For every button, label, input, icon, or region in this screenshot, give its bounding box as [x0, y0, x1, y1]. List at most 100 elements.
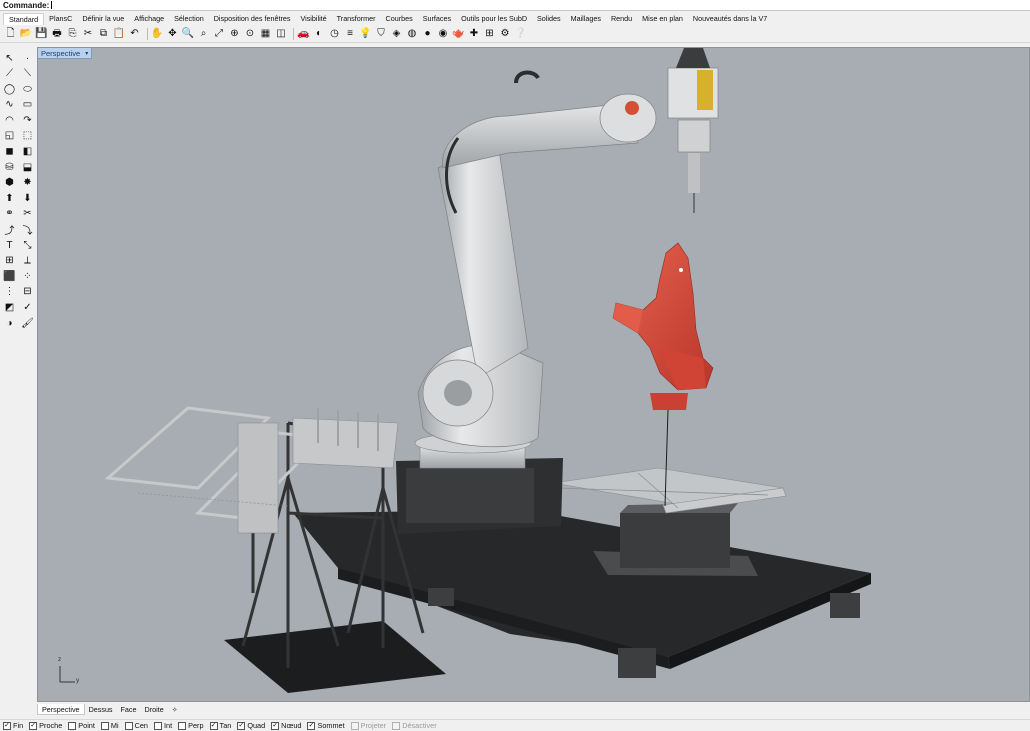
- box-solid-icon[interactable]: ◼: [2, 145, 17, 159]
- split-icon[interactable]: ⬇: [20, 191, 35, 205]
- tab-maillages[interactable]: Maillages: [566, 13, 606, 25]
- osnap-perp[interactable]: Perp: [178, 721, 204, 730]
- dots-grid-icon[interactable]: ⋮: [2, 285, 17, 299]
- polyline-icon[interactable]: ⟋: [2, 67, 17, 81]
- osnap-cen[interactable]: Cen: [124, 721, 148, 730]
- osnap-checkbox[interactable]: ✓: [237, 721, 246, 730]
- select-filter-icon[interactable]: ⛉: [375, 28, 388, 41]
- sphere-render-icon[interactable]: ●: [421, 28, 434, 41]
- view-tab-face[interactable]: Face: [117, 704, 141, 715]
- osnap-checkbox[interactable]: ✓: [3, 721, 11, 730]
- ellipse-icon[interactable]: ⬭: [20, 82, 35, 96]
- zoom-selected-icon[interactable]: ⊕: [228, 28, 241, 41]
- extrude-icon[interactable]: ⬆: [2, 191, 17, 205]
- layer-icon[interactable]: ≡: [344, 28, 357, 41]
- tab-solides[interactable]: Solides: [532, 13, 566, 25]
- rectangle-icon[interactable]: ▭: [20, 98, 35, 112]
- tab-mise-en-plan[interactable]: Mise en plan: [637, 13, 688, 25]
- construction-plane-icon[interactable]: ◫: [275, 28, 288, 41]
- analyze-icon[interactable]: ◩: [2, 301, 17, 315]
- osnap-fin[interactable]: ✓ Fin: [3, 721, 23, 730]
- viewport-dropdown-icon[interactable]: ▾: [85, 50, 88, 57]
- osnap-tan[interactable]: ✓ Tan: [209, 721, 231, 730]
- tab-definir-la-vue[interactable]: Définir la vue: [77, 13, 129, 25]
- rebuild-icon[interactable]: ⤴: [2, 223, 17, 237]
- tab-rendu[interactable]: Rendu: [606, 13, 637, 25]
- osnap-checkbox[interactable]: ✓: [209, 721, 218, 730]
- car-shaded-icon[interactable]: 🚗: [297, 28, 310, 41]
- tab-standard[interactable]: Standard: [3, 13, 45, 25]
- teapot-render-icon[interactable]: 🫖: [452, 28, 465, 41]
- color-wheel-icon[interactable]: ◍: [406, 28, 419, 41]
- material-icon[interactable]: ◈: [390, 28, 403, 41]
- osnap-checkbox[interactable]: [124, 721, 133, 730]
- grid-snap-icon[interactable]: ⊞: [483, 28, 496, 41]
- lightbulb-icon[interactable]: 💡: [359, 28, 372, 41]
- cut-icon[interactable]: ✂: [82, 28, 95, 41]
- surface-icon[interactable]: ◱: [2, 129, 17, 143]
- osnap-checkbox[interactable]: ✓: [271, 721, 280, 730]
- mesh-icon[interactable]: ⬢: [2, 176, 17, 190]
- circle-icon[interactable]: ◯: [2, 82, 17, 96]
- offset-icon[interactable]: ⤵: [20, 223, 35, 237]
- plugin-icon[interactable]: ⚙: [499, 28, 512, 41]
- save-icon[interactable]: 💾: [35, 28, 48, 41]
- arc-icon[interactable]: ◠: [2, 113, 17, 127]
- pan-hand-icon[interactable]: ✋: [151, 28, 164, 41]
- curve-icon[interactable]: ∿: [2, 98, 17, 112]
- explode-icon[interactable]: ✸: [20, 176, 35, 190]
- line-icon[interactable]: ⟍: [20, 67, 35, 81]
- boolean-icon[interactable]: ◧: [20, 145, 35, 159]
- osnap-mi[interactable]: Mi: [100, 721, 119, 730]
- tab-affichage[interactable]: Affichage: [129, 13, 169, 25]
- viewport-title[interactable]: Perspective ▾: [38, 48, 93, 59]
- add-viewport-tab-icon[interactable]: ✧: [168, 704, 182, 715]
- gumball-icon[interactable]: ✚: [468, 28, 481, 41]
- osnap-sommet[interactable]: ✓ Sommet: [307, 721, 345, 730]
- osnap-proche[interactable]: ✓ Proche: [29, 721, 62, 730]
- trim-icon[interactable]: ✂: [20, 207, 35, 221]
- tab-surfaces[interactable]: Surfaces: [418, 13, 456, 25]
- zoom-icon[interactable]: 🔍: [182, 28, 195, 41]
- rotate-view-icon[interactable]: ✥: [166, 28, 179, 41]
- paste-icon[interactable]: 📋: [113, 28, 126, 41]
- osnap-int[interactable]: Int: [154, 721, 172, 730]
- perspective-viewport[interactable]: Perspective ▾ z y: [37, 47, 1030, 702]
- select-arrow-icon[interactable]: ↖: [2, 51, 17, 65]
- osnap-checkbox[interactable]: ✓: [29, 721, 38, 730]
- tab-disposition-des-fenetres[interactable]: Disposition des fenêtres: [209, 13, 296, 25]
- import-icon[interactable]: ⎘: [66, 28, 79, 41]
- command-line[interactable]: Commande:: [0, 0, 1030, 11]
- osnap-noeud[interactable]: ✓ Nœud: [271, 721, 301, 730]
- osnap-checkbox[interactable]: [178, 721, 187, 730]
- copy-icon[interactable]: ⧉: [97, 28, 110, 41]
- scale-icon[interactable]: ⤡: [20, 238, 35, 252]
- view-tab-droite[interactable]: Droite: [141, 704, 168, 715]
- zoom-window-icon[interactable]: ⌕: [197, 28, 210, 41]
- tab-plansc[interactable]: PlansC: [44, 13, 77, 25]
- point-icon[interactable]: ·: [20, 51, 35, 65]
- view-tab-perspective[interactable]: Perspective: [37, 704, 85, 715]
- loft-icon[interactable]: ⬚: [20, 129, 35, 143]
- zoom-extents-icon[interactable]: ⤢: [213, 28, 226, 41]
- render-icon[interactable]: ◉: [437, 28, 450, 41]
- osnap-quad[interactable]: ✓ Quad: [237, 721, 265, 730]
- move-icon[interactable]: ⊞: [2, 254, 17, 268]
- tab-courbes[interactable]: Courbes: [381, 13, 418, 25]
- view-tab-dessus[interactable]: Dessus: [85, 704, 117, 715]
- open-folder-icon[interactable]: 📂: [20, 28, 33, 41]
- tab-transformer[interactable]: Transformer: [332, 13, 381, 25]
- osnap-checkbox[interactable]: [68, 721, 77, 730]
- join-icon[interactable]: ⚭: [2, 207, 17, 221]
- osnap-checkbox[interactable]: [100, 721, 109, 730]
- dimension-icon[interactable]: ⟂: [20, 254, 35, 268]
- fillet-curve-icon[interactable]: ↷: [20, 113, 35, 127]
- array-icon[interactable]: ⁘: [20, 269, 35, 283]
- paint-icon[interactable]: 🖌: [20, 316, 35, 330]
- help-icon[interactable]: ❔: [514, 28, 527, 41]
- pipe-icon[interactable]: ⬓: [20, 160, 35, 174]
- tab-selection[interactable]: Sélection: [169, 13, 209, 25]
- tab-nouveautes-dans-la-v7[interactable]: Nouveautés dans la V7: [688, 13, 772, 25]
- undo-icon[interactable]: ↶: [128, 28, 141, 41]
- render-settings-icon[interactable]: ◑: [2, 316, 17, 330]
